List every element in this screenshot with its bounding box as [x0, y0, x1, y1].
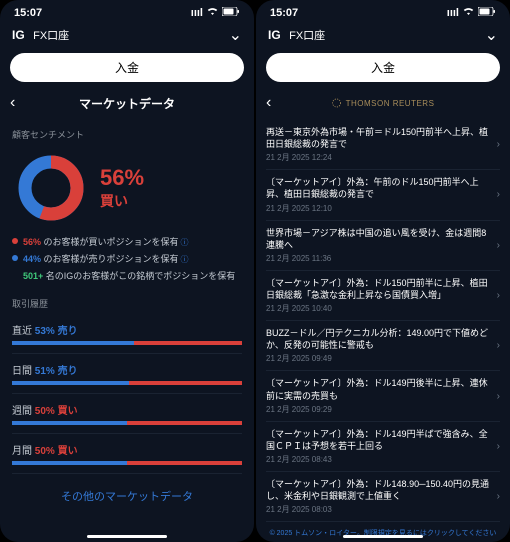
news-title: BUZZ－ドル／円テクニカル分析：149.00円で下値めどか、反発の可能性に警戒… [266, 327, 491, 351]
signal-icon: ıııl [447, 7, 459, 19]
account-type: FX口座 [289, 30, 325, 42]
news-title: 〔マーケットアイ〕外為：午前のドル150円前半へ上昇、植田日銀総裁の発言で [266, 176, 491, 200]
sentiment-value: 56% 買い [100, 165, 144, 211]
page-header: ‹ マーケットデータ [0, 86, 254, 120]
history-bar [12, 421, 242, 425]
history-bar [12, 381, 242, 385]
home-indicator[interactable] [343, 535, 423, 538]
history-section-label: 取引履歴 [0, 289, 254, 314]
history-label: 月間 50% 買い [12, 442, 242, 457]
reuters-logo: THOMSON REUTERS [332, 98, 435, 108]
chevron-down-icon[interactable]: ⌄ [485, 25, 498, 45]
sentiment-legend: 56% のお客様が買いポジションを保有ⓘ 44% のお客様が売りポジションを保有… [0, 231, 254, 289]
deposit-button[interactable]: 入金 [266, 53, 500, 82]
status-time: 15:07 [14, 7, 42, 19]
news-title: 〔マーケットアイ〕外為：ドル148.90─150.40円の見通し、米金利や日銀観… [266, 478, 491, 502]
info-icon[interactable]: ⓘ [181, 238, 189, 247]
news-list: 再送－東京外為市場・午前＝ドル150円前半へ上昇、植田日銀総裁の発言で 21 2月… [256, 120, 510, 525]
more-data-link[interactable]: その他のマーケットデータ [0, 474, 254, 518]
wifi-icon [206, 6, 219, 19]
history-bar [12, 341, 242, 345]
chevron-right-icon: › [497, 240, 500, 251]
ig-header: IG FX口座 ⌄ [0, 21, 254, 49]
news-time: 21 2月 2025 10:40 [266, 303, 491, 314]
ig-header: IG FX口座 ⌄ [256, 21, 510, 49]
battery-icon [222, 7, 240, 19]
history-label: 週間 50% 買い [12, 402, 242, 417]
dot-icon [12, 238, 18, 244]
account-label[interactable]: IG FX口座 [12, 26, 69, 44]
sentiment-section-label: 顧客センチメント [0, 120, 254, 145]
history-row: 日間 51% 売り [12, 354, 242, 394]
chevron-right-icon: › [497, 441, 500, 452]
news-item[interactable]: 〔マーケットアイ〕外為：ドル148.90─150.40円の見通し、米金利や日銀観… [266, 472, 500, 522]
sentiment-pct: 56% [100, 165, 144, 191]
news-item[interactable]: 再送－東京外為市場・午前＝ドル150円前半へ上昇、植田日銀総裁の発言で 21 2月… [266, 120, 500, 170]
status-icons: ıııl [191, 6, 240, 19]
ig-logo: IG [268, 28, 281, 42]
copyright-link[interactable]: © 2025 トムソン・ロイター。制限規定を見るにはクリックしてください [256, 525, 510, 542]
battery-icon [478, 7, 496, 19]
news-time: 21 2月 2025 09:29 [266, 404, 491, 415]
status-time: 15:07 [270, 7, 298, 19]
status-icons: ıııl [447, 6, 496, 19]
chevron-right-icon: › [497, 290, 500, 301]
news-time: 21 2月 2025 08:03 [266, 504, 491, 515]
chevron-down-icon[interactable]: ⌄ [229, 25, 242, 45]
chevron-right-icon: › [497, 189, 500, 200]
legend-sell: 44% のお客様が売りポジションを保有ⓘ [12, 252, 242, 267]
home-indicator[interactable] [87, 535, 167, 538]
sentiment-chart: 56% 買い [0, 145, 254, 231]
phone-right: 15:07 ıııl IG FX口座 ⌄ 入金 ‹ THOMSON REUTER… [256, 0, 510, 542]
news-time: 21 2月 2025 12:24 [266, 152, 491, 163]
history-row: 週間 50% 買い [12, 394, 242, 434]
news-title: 〔マーケットアイ〕外為：ドル149円後半に上昇、連休前に実需の売買も [266, 377, 491, 401]
chevron-right-icon: › [497, 139, 500, 150]
news-item[interactable]: 〔マーケットアイ〕外為：ドル149円後半に上昇、連休前に実需の売買も 21 2月 … [266, 371, 500, 421]
news-title: 世界市場－アジア株は中国の追い風を受け、金は週間8連騰へ [266, 227, 491, 251]
news-item[interactable]: BUZZ－ドル／円テクニカル分析：149.00円で下値めどか、反発の可能性に警戒… [266, 321, 500, 371]
news-time: 21 2月 2025 12:10 [266, 203, 491, 214]
wifi-icon [462, 6, 475, 19]
chevron-right-icon: › [497, 391, 500, 402]
ig-logo: IG [12, 28, 25, 42]
page-title: マーケットデータ [79, 95, 175, 112]
signal-icon: ıııl [191, 7, 203, 19]
deposit-button[interactable]: 入金 [10, 53, 244, 82]
news-title: 〔マーケットアイ〕外為：ドル150円前半に上昇、植田日銀総裁「急激な金利上昇なら… [266, 277, 491, 301]
status-bar: 15:07 ıııl [0, 0, 254, 21]
chevron-right-icon: › [497, 340, 500, 351]
news-item[interactable]: 〔マーケットアイ〕外為：ドル150円前半に上昇、植田日銀総裁「急激な金利上昇なら… [266, 271, 500, 321]
history-label: 日間 51% 売り [12, 362, 242, 377]
news-item[interactable]: 〔マーケットアイ〕外為：ドル149円半ばで強含み、全国ＣＰＩは予想を若干上回る 2… [266, 422, 500, 472]
news-time: 21 2月 2025 11:36 [266, 253, 491, 264]
status-bar: 15:07 ıııl [256, 0, 510, 21]
back-icon[interactable]: ‹ [266, 94, 271, 112]
chevron-right-icon: › [497, 491, 500, 502]
legend-count: 501+ 名のIGのお客様がこの銘柄でポジションを保有 [12, 269, 242, 283]
dot-icon [12, 255, 18, 261]
sentiment-direction: 買い [100, 191, 144, 211]
history-row: 月間 50% 買い [12, 434, 242, 474]
info-icon[interactable]: ⓘ [181, 255, 189, 264]
history-row: 直近 53% 売り [12, 314, 242, 354]
news-item[interactable]: 〔マーケットアイ〕外為：午前のドル150円前半へ上昇、植田日銀総裁の発言で 21 … [266, 170, 500, 220]
legend-buy: 56% のお客様が買いポジションを保有ⓘ [12, 235, 242, 250]
account-label[interactable]: IG FX口座 [268, 26, 325, 44]
history-bar [12, 461, 242, 465]
news-time: 21 2月 2025 08:43 [266, 454, 491, 465]
phone-left: 15:07 ıııl IG FX口座 ⌄ 入金 ‹ マーケットデータ 顧客センチ… [0, 0, 254, 542]
account-type: FX口座 [33, 30, 69, 42]
dot-icon [12, 272, 18, 278]
news-title: 〔マーケットアイ〕外為：ドル149円半ばで強含み、全国ＣＰＩは予想を若干上回る [266, 428, 491, 452]
history-label: 直近 53% 売り [12, 322, 242, 337]
history-list: 直近 53% 売り日間 51% 売り週間 50% 買い月間 50% 買い [0, 314, 254, 474]
sentiment-donut [16, 153, 86, 223]
news-title: 再送－東京外為市場・午前＝ドル150円前半へ上昇、植田日銀総裁の発言で [266, 126, 491, 150]
page-header: ‹ THOMSON REUTERS [256, 86, 510, 120]
news-time: 21 2月 2025 09:49 [266, 353, 491, 364]
news-item[interactable]: 世界市場－アジア株は中国の追い風を受け、金は週間8連騰へ 21 2月 2025 1… [266, 221, 500, 271]
back-icon[interactable]: ‹ [10, 94, 15, 112]
